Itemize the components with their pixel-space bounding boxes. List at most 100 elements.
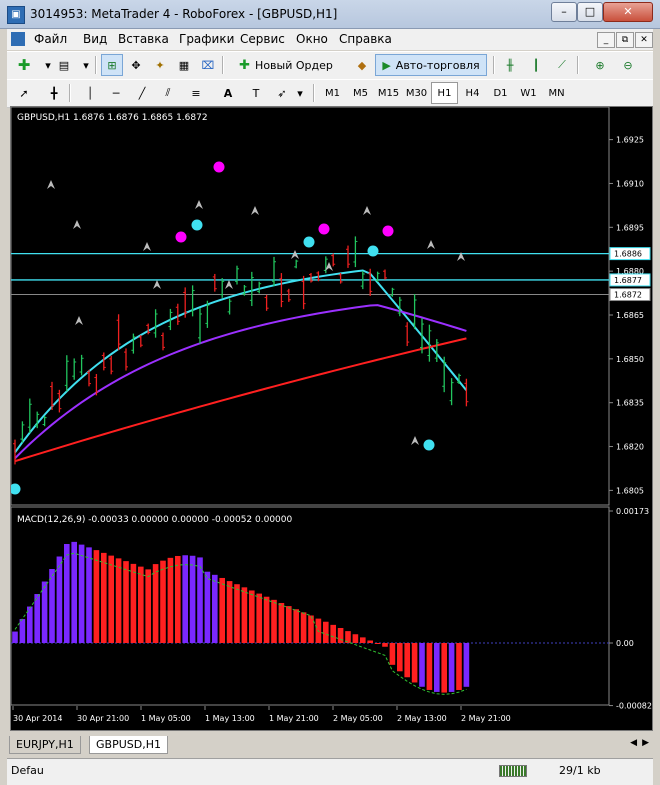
new-order-button[interactable]: ✚ Новый Ордер — [227, 54, 345, 76]
tab-scroll-left-icon[interactable]: ◀ — [630, 738, 637, 748]
macd-histogram-bar — [167, 557, 174, 643]
macd-histogram-bar — [27, 606, 33, 643]
price-tick-label: 1.6820 — [616, 443, 644, 452]
standard-toolbar: ✚ ▾ ▤ ▾ ⊞ ✥ ✦ ▦ ⌧ ✚ Новый Ордер ◆ ▶ Авто… — [7, 51, 653, 80]
cyan-signal-dot — [367, 245, 379, 257]
zoom-out-icon[interactable]: ⊖ — [617, 54, 639, 76]
mdi-minimize-button[interactable]: _ — [597, 32, 615, 48]
profiles-icon[interactable]: ▤ — [53, 54, 75, 76]
macd-histogram-bar — [234, 584, 240, 643]
macd-histogram-bar — [360, 637, 366, 643]
crosshair-tool-icon[interactable]: ╋ — [43, 82, 65, 104]
candlesticks-icon[interactable]: ┃ — [525, 54, 547, 76]
timeframe-m5[interactable]: M5 — [347, 82, 374, 104]
magenta-signal-dot — [213, 161, 225, 173]
macd-histogram-bar — [56, 556, 63, 643]
macd-histogram-bar — [337, 627, 344, 643]
price-tick-label: 1.6850 — [616, 355, 644, 364]
metaeditor-icon[interactable]: ◆ — [351, 54, 373, 76]
crosshair-icon[interactable]: ✥ — [125, 54, 147, 76]
time-label: 2 May 21:00 — [461, 714, 511, 723]
close-button[interactable]: ✕ — [603, 2, 653, 22]
connection-bars-icon — [499, 765, 527, 777]
minimize-button[interactable]: – — [551, 2, 577, 22]
timeframe-m1[interactable]: M1 — [319, 82, 346, 104]
timeframe-m15[interactable]: M15 — [375, 82, 402, 104]
menu-window[interactable]: Окно — [296, 32, 328, 46]
new-order-icon: ✚ — [239, 57, 251, 73]
fibonacci-retracement-icon[interactable]: ≡ — [185, 82, 207, 104]
vertical-line-icon[interactable]: │ — [79, 82, 101, 104]
macd-tick-label: -0.00082 — [616, 702, 652, 711]
horizontal-line-icon[interactable]: ─ — [105, 82, 127, 104]
macd-histogram-bar — [145, 569, 151, 643]
text-icon[interactable]: A — [217, 82, 239, 104]
tab-eurjpy[interactable]: EURJPY,H1 — [9, 736, 81, 754]
macd-histogram-bar — [19, 619, 26, 643]
trendline-icon[interactable]: ╱ — [131, 82, 153, 104]
macd-histogram-bar — [86, 547, 92, 643]
macd-histogram-bar — [263, 596, 270, 643]
timeframe-m30[interactable]: M30 — [403, 82, 430, 104]
macd-histogram-bar — [367, 640, 373, 643]
chart-header: GBPUSD,H1 1.6876 1.6876 1.6865 1.6872 — [17, 113, 208, 123]
menu-view[interactable]: Вид — [83, 32, 107, 46]
price-tick-label: 1.6865 — [616, 311, 644, 320]
tester-icon[interactable]: ⌧ — [197, 54, 219, 76]
macd-histogram-bar — [212, 574, 218, 643]
timeframe-mn[interactable]: MN — [543, 82, 570, 104]
macd-histogram-bar — [382, 643, 388, 647]
macd-histogram-bar — [182, 555, 188, 643]
dropdown-arrow-icon[interactable]: ▾ — [75, 54, 97, 76]
macd-histogram-bar — [397, 643, 403, 672]
cursor-icon[interactable]: ➚ — [13, 82, 35, 104]
terminal-icon[interactable]: ▦ — [173, 54, 195, 76]
macd-histogram-bar — [78, 544, 85, 643]
price-chart[interactable]: 1.69251.69101.68951.68801.68651.68501.68… — [11, 107, 652, 730]
cyan-signal-dot — [423, 439, 435, 451]
macd-header: MACD(12,26,9) -0.00033 0.00000 0.00000 -… — [17, 515, 293, 525]
timeframe-d1[interactable]: D1 — [487, 82, 514, 104]
market-watch-icon[interactable]: ⊞ — [101, 54, 123, 76]
magenta-signal-dot — [318, 223, 330, 235]
mdi-close-button[interactable]: ✕ — [635, 32, 653, 48]
menu-help[interactable]: Справка — [339, 32, 392, 46]
macd-histogram-bar — [463, 643, 470, 687]
new-order-label: Новый Ордер — [255, 58, 333, 72]
bar-chart-icon[interactable]: ╫ — [499, 54, 521, 76]
timeframe-h1[interactable]: H1 — [431, 82, 458, 104]
menu-file[interactable]: Файл — [34, 32, 67, 46]
price-tick-label: 1.6835 — [616, 399, 644, 408]
menu-charts[interactable]: Графики — [179, 32, 234, 46]
navigator-icon[interactable]: ✦ — [149, 54, 171, 76]
timeframe-w1[interactable]: W1 — [515, 82, 542, 104]
zoom-in-icon[interactable]: ⊕ — [589, 54, 611, 76]
menu-tools[interactable]: Сервис — [240, 32, 285, 46]
tab-scroll-right-icon[interactable]: ▶ — [642, 738, 649, 748]
macd-histogram-bar — [41, 581, 48, 643]
menu-insert[interactable]: Вставка — [118, 32, 169, 46]
tab-gbpusd[interactable]: GBPUSD,H1 — [89, 736, 168, 754]
price-tick-label: 1.6910 — [616, 179, 644, 188]
line-chart-icon[interactable]: ⟋ — [551, 54, 573, 76]
auto-trading-button[interactable]: ▶ Авто-торговля — [375, 54, 487, 76]
macd-histogram-bar — [219, 577, 225, 643]
dropdown-arrow-icon[interactable]: ▾ — [289, 82, 311, 104]
macd-histogram-bar — [330, 624, 336, 643]
new-chart-icon[interactable]: ✚ — [13, 54, 35, 76]
status-profile: Defau — [11, 764, 44, 777]
time-label: 30 Apr 2014 — [13, 714, 62, 723]
magenta-signal-dot — [382, 225, 394, 237]
price-tick-label: 1.6925 — [616, 136, 644, 145]
maximize-button[interactable]: □ — [577, 2, 603, 22]
time-label: 1 May 05:00 — [141, 714, 191, 723]
chart-window[interactable]: 1.6925 1.6910 1.6895 1.6880 1.6865 1.6850 1.68… — [10, 106, 653, 731]
timeframe-h4[interactable]: H4 — [459, 82, 486, 104]
macd-histogram-bar — [278, 602, 285, 643]
macd-histogram-bar — [204, 571, 211, 643]
equidistant-channel-icon[interactable]: ⫽ — [157, 82, 179, 104]
text-label-icon[interactable]: T — [245, 82, 267, 104]
macd-histogram-bar — [286, 606, 292, 643]
mdi-restore-button[interactable]: ⧉ — [616, 32, 634, 48]
macd-histogram-bar — [226, 581, 233, 643]
